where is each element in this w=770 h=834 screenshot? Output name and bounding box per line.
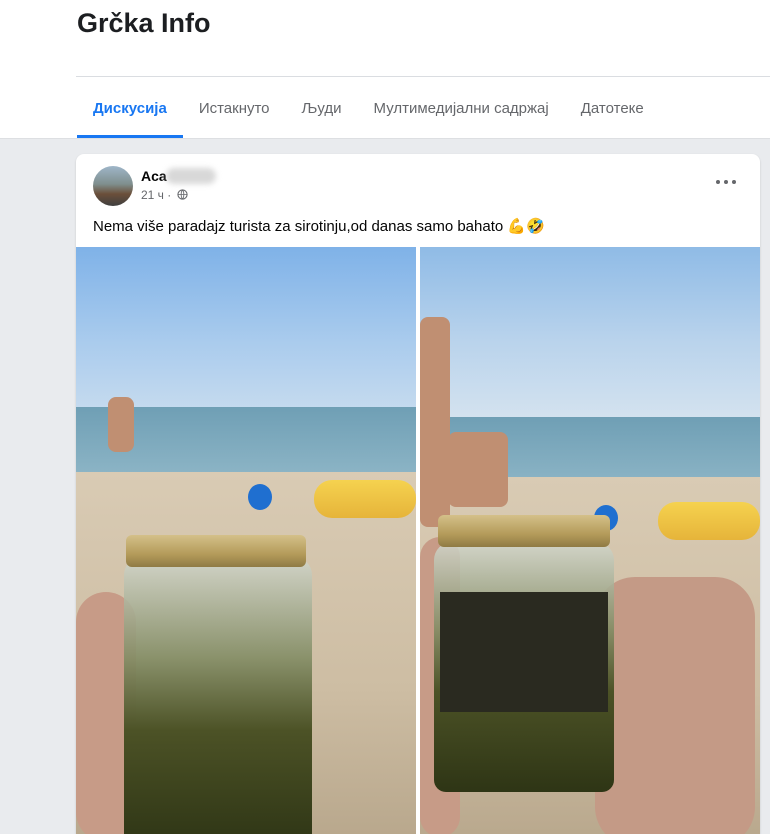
blurred-name: [166, 168, 216, 184]
group-header: Grčka Info Дискусија Истакнуто Људи Мулт…: [0, 0, 770, 139]
post-author[interactable]: Aca: [141, 168, 167, 184]
group-tabs: Дискусија Истакнуто Људи Мултимедијални …: [77, 80, 660, 138]
post-photo-right[interactable]: [420, 247, 760, 834]
tab-media[interactable]: Мултимедијални садржај: [358, 80, 565, 138]
post-caption: Nema više paradajz turista za sirotinju,…: [93, 218, 545, 235]
tab-discussion[interactable]: Дискусија: [77, 80, 183, 138]
post-photo-left[interactable]: [76, 247, 416, 834]
post-card: Aca 21 ч · Nema više paradajz turista za…: [76, 154, 760, 834]
tab-featured[interactable]: Истакнуто: [183, 80, 286, 138]
header-divider: [76, 76, 770, 77]
globe-icon: [177, 189, 188, 200]
more-options-icon[interactable]: [708, 170, 744, 194]
tab-people[interactable]: Људи: [286, 80, 358, 138]
group-title[interactable]: Grčka Info: [77, 8, 211, 39]
post-time[interactable]: 21 ч ·: [141, 188, 171, 202]
tab-files[interactable]: Датотеке: [565, 80, 660, 138]
avatar[interactable]: [93, 166, 133, 206]
